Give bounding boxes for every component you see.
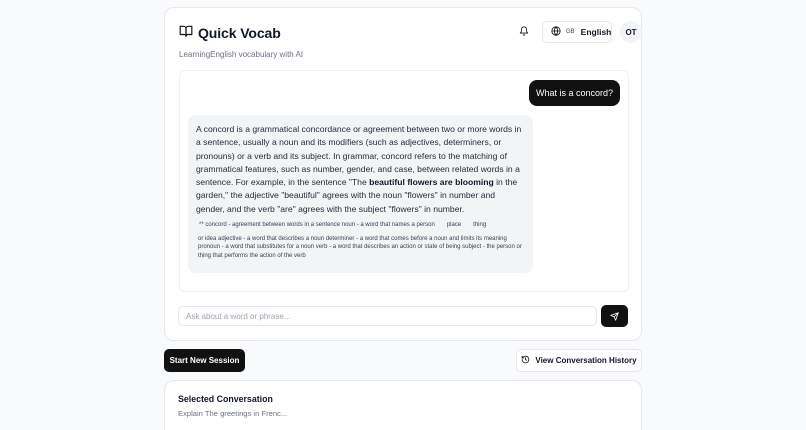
- assistant-message: A concord is a grammatical concordance o…: [188, 115, 533, 273]
- glossary: ** concord - agreement between words in …: [196, 221, 525, 261]
- notifications-button[interactable]: [517, 25, 531, 39]
- glossary-line: or idea adjective - a word that describe…: [198, 235, 522, 260]
- glossary-text: place: [446, 222, 462, 229]
- header: Quick Vocab LearningEnglish vocabulary w…: [179, 21, 642, 62]
- question-input[interactable]: [178, 306, 597, 326]
- app-subtitle: LearningEnglish vocabulary with AI: [179, 50, 304, 59]
- selected-preview: Explain The greetings in Frenc...: [178, 409, 288, 418]
- chat-card: Quick Vocab LearningEnglish vocabulary w…: [164, 7, 642, 341]
- book-open-icon: [179, 24, 198, 43]
- start-new-session-button[interactable]: Start New Session: [164, 349, 245, 372]
- bell-icon: [519, 23, 529, 41]
- view-history-button[interactable]: View Conversation History: [516, 349, 642, 372]
- user-message: What is a concord?: [528, 80, 620, 106]
- explanation-bold-phrase: beautiful flowers are blooming: [369, 177, 494, 188]
- avatar[interactable]: OT: [620, 21, 642, 43]
- selected-conversation-card[interactable]: Selected Conversation Explain The greeti…: [164, 380, 642, 430]
- glossary-text: ** concord - agreement between words in …: [199, 222, 435, 229]
- language-selector[interactable]: GB English: [542, 21, 612, 43]
- history-label: View Conversation History: [535, 356, 637, 365]
- selected-title: Selected Conversation: [178, 394, 273, 404]
- app-title: Quick Vocab: [198, 25, 281, 41]
- glossary-line: ** concord - agreement between words in …: [199, 221, 525, 230]
- language-name: English: [580, 27, 612, 37]
- send-button[interactable]: [601, 305, 628, 327]
- glossary-text: thing: [473, 222, 487, 229]
- chat-window: What is a concord? A concord is a gramma…: [179, 70, 629, 292]
- globe-icon: [551, 23, 566, 41]
- history-icon: [521, 355, 535, 366]
- language-code: GB: [566, 29, 575, 35]
- send-icon: [610, 309, 619, 324]
- assistant-explanation: A concord is a grammatical concordance o…: [196, 123, 525, 216]
